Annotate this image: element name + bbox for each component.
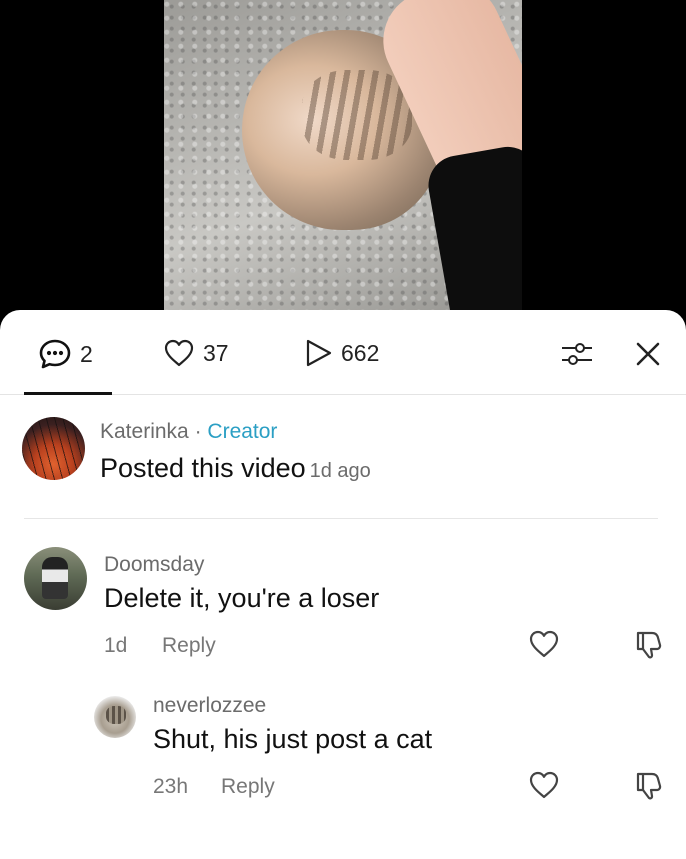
comments-count: 2 <box>80 340 93 367</box>
heart-icon <box>164 339 194 367</box>
video-player[interactable] <box>0 0 686 330</box>
comment-author[interactable]: Doomsday <box>104 553 204 577</box>
caption-text: Posted this video <box>100 453 306 483</box>
tab-likes[interactable]: 37 <box>163 338 229 368</box>
creator-badge: Creator <box>207 420 278 443</box>
comment-author[interactable]: neverlozzee <box>153 694 266 718</box>
thumbs-down-icon[interactable] <box>632 769 664 801</box>
sliders-icon[interactable] <box>560 340 594 368</box>
avatar[interactable] <box>22 417 85 480</box>
avatar[interactable] <box>24 547 87 610</box>
comments-sheet: 2 37 662 Katerinka · Creator Posted this… <box>0 310 686 859</box>
caption-text-line: Posted this video 1d ago <box>100 453 371 484</box>
thumbs-down-icon[interactable] <box>632 628 664 660</box>
play-icon <box>306 339 332 367</box>
comment-item: Doomsday Delete it, you're a loser 1d Re… <box>0 520 686 670</box>
heart-icon[interactable] <box>528 628 560 660</box>
comment-item: neverlozzee Shut, his just post a cat 23… <box>0 670 686 820</box>
comment-time: 23h <box>153 775 189 798</box>
likes-count: 37 <box>203 339 229 366</box>
caption-author[interactable]: Katerinka <box>100 420 189 443</box>
comment-text: Delete it, you're a loser <box>104 583 380 613</box>
views-count: 662 <box>341 339 380 366</box>
heart-icon[interactable] <box>528 769 560 801</box>
comment-bubble-icon <box>39 339 71 369</box>
comment-time: 1d <box>104 634 128 657</box>
divider <box>24 518 658 519</box>
reply-button[interactable]: Reply <box>162 634 216 658</box>
reply-button[interactable]: Reply <box>221 775 275 799</box>
close-icon[interactable] <box>633 339 663 369</box>
tab-bar: 2 37 662 <box>0 310 686 395</box>
video-frame[interactable] <box>164 0 522 330</box>
name-separator: · <box>194 420 202 443</box>
tab-comments[interactable]: 2 <box>38 338 93 370</box>
avatar[interactable] <box>94 696 136 738</box>
caption-time: 1d ago <box>309 460 371 482</box>
caption-item: Katerinka · Creator Posted this video 1d … <box>0 395 686 515</box>
tab-views[interactable]: 662 <box>303 338 379 368</box>
caption-author-line: Katerinka · Creator <box>100 420 277 444</box>
comment-text: Shut, his just post a cat <box>153 724 433 754</box>
